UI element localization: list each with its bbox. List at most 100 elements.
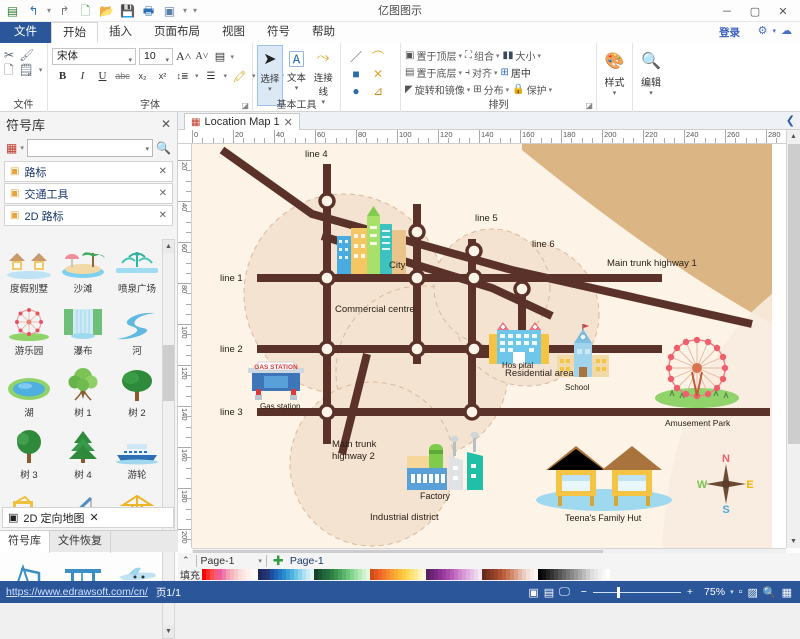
zoom-knob[interactable] (617, 587, 620, 598)
symbol-item[interactable]: 游乐园 (2, 301, 56, 363)
edit-button[interactable]: 🔍 编辑 ▾ (637, 45, 665, 97)
category-close-icon[interactable]: ✕ (159, 210, 167, 221)
underline-button[interactable]: U (95, 68, 110, 84)
canvas[interactable]: GAS STATION (192, 144, 786, 548)
send-to-back-dropdown-icon[interactable]: ▾ (458, 69, 462, 77)
format-painter-icon[interactable]: 🖌 (19, 49, 34, 61)
category-2d-luobiao[interactable]: ▣ 2D 路标 ✕ (4, 205, 173, 226)
align-button[interactable]: ⫞ 对齐 ▾ (465, 65, 498, 80)
symbol-item[interactable]: 树 2 (110, 363, 164, 425)
add-page-button[interactable]: ✚ (273, 553, 284, 569)
distribute-dropdown-icon[interactable]: ▾ (506, 86, 510, 94)
rotate-flip-button[interactable]: ◤ 旋转和镜像 ▾ (405, 82, 470, 97)
category-close-icon[interactable]: ✕ (90, 511, 99, 524)
align-dropdown-icon[interactable]: ▾ (494, 69, 498, 77)
italic-button[interactable]: I (75, 68, 90, 84)
bullet-list-dropdown-icon[interactable]: ▾ (224, 72, 228, 80)
size-button[interactable]: ▮▮ 大小 ▾ (502, 48, 541, 63)
page-view-icon[interactable]: ▤ (544, 586, 554, 599)
tab-insert[interactable]: 插入 (98, 22, 143, 43)
symbol-item[interactable]: 度假别墅 (2, 239, 56, 301)
symbol-item[interactable]: 树 1 (56, 363, 110, 425)
tab-view[interactable]: 视图 (211, 22, 256, 43)
font-family-combo[interactable]: 宋体 ▾ (52, 48, 136, 65)
symbol-item[interactable]: 河 (110, 301, 164, 363)
text-align-icon[interactable]: ▤ (212, 49, 227, 65)
paste-icon[interactable]: 🗒 (19, 64, 34, 76)
close-button[interactable]: ✕ (770, 1, 796, 21)
bring-to-front-dropdown-icon[interactable]: ▾ (458, 52, 462, 60)
tab-home[interactable]: 开始 (51, 22, 98, 43)
tab-file-recovery[interactable]: 文件恢复 (50, 531, 111, 553)
shrink-font-icon[interactable]: A˅ (194, 49, 209, 65)
login-button[interactable]: 登录 (719, 25, 740, 40)
tab-symbol[interactable]: 符号 (256, 22, 301, 43)
page-collapse-icon[interactable]: ⌃ (182, 555, 190, 566)
arc-shape-icon[interactable]: ⌒ (367, 48, 389, 65)
cloud-icon[interactable]: ☁ (781, 24, 792, 37)
highlight-icon[interactable]: 🖍 (232, 68, 247, 84)
strikethrough-button[interactable]: abc (115, 68, 130, 84)
gear-icon[interactable]: ⚙ (758, 24, 768, 37)
grow-font-icon[interactable]: A˄ (176, 49, 191, 65)
protect-dropdown-icon[interactable]: ▾ (549, 86, 553, 94)
chevron-down-icon[interactable]: ▾ (146, 145, 150, 153)
category-close-icon[interactable]: ✕ (159, 188, 167, 199)
page-tab-page-1[interactable]: Page-1 (290, 555, 324, 567)
paste-dropdown-icon[interactable]: ▾ (39, 66, 43, 74)
select-tool-dropdown-icon[interactable]: ▾ (258, 85, 282, 93)
color-swatch[interactable] (606, 569, 610, 580)
scroll-down-icon[interactable]: ▼ (787, 535, 800, 548)
rotate-flip-dropdown-icon[interactable]: ▾ (467, 86, 471, 94)
tab-page-layout[interactable]: 页面布局 (143, 22, 211, 43)
font-dialog-launcher-icon[interactable]: ◪ (241, 101, 249, 110)
zoom-slider[interactable]: − + (575, 586, 699, 598)
symbol-item[interactable]: 树 4 (56, 425, 110, 487)
symbol-item[interactable]: 湖 (2, 363, 56, 425)
freeform-shape-icon[interactable]: ⊿ (367, 82, 389, 99)
page-selector[interactable]: Page-1 ▾ (196, 555, 267, 567)
presentation-view-icon[interactable]: 🖵 (559, 586, 570, 599)
library-dropdown-icon[interactable]: ▾ (20, 144, 24, 152)
bring-to-front-button[interactable]: ▣ 置于顶层 ▾ (405, 48, 462, 63)
cross-shape-icon[interactable]: ✕ (367, 65, 389, 82)
category-close-icon[interactable]: ✕ (159, 166, 167, 177)
location-map-diagram[interactable]: GAS STATION (192, 144, 772, 548)
cut-icon[interactable]: ✂ (4, 49, 14, 61)
line-spacing-icon[interactable]: ↕≣ (175, 68, 190, 84)
bold-button[interactable]: B (55, 68, 70, 84)
scroll-down-icon[interactable]: ▼ (163, 625, 174, 638)
scroll-up-icon[interactable]: ▲ (787, 130, 800, 143)
chevron-down-icon[interactable]: ▾ (258, 557, 262, 565)
line-spacing-dropdown-icon[interactable]: ▾ (195, 72, 199, 80)
grid-toggle-icon[interactable]: ▦ (782, 586, 792, 599)
close-icon[interactable]: ✕ (284, 116, 293, 129)
text-tool-dropdown-icon[interactable]: ▾ (284, 84, 310, 92)
style-button[interactable]: 🎨 样式 ▾ (601, 45, 628, 97)
font-size-combo[interactable]: 10 ▾ (139, 48, 173, 65)
minimize-button[interactable]: － (714, 1, 740, 21)
zoom-in-button[interactable]: + (681, 586, 699, 598)
chevron-down-icon[interactable]: ▾ (128, 53, 132, 68)
scroll-up-icon[interactable]: ▲ (163, 240, 174, 253)
style-dropdown-icon[interactable]: ▾ (601, 89, 628, 97)
text-align-dropdown-icon[interactable]: ▾ (230, 53, 234, 61)
collapse-panel-icon[interactable]: ❮ (786, 114, 795, 127)
symbol-scrollbar[interactable]: ▲ ▼ (162, 239, 175, 639)
center-button[interactable]: ⊞ 居中 (500, 65, 530, 80)
document-tab-location-map-1[interactable]: ▦ Location Map 1 ✕ (184, 113, 300, 130)
library-icon[interactable]: ▦ (6, 141, 17, 155)
rectangle-shape-icon[interactable]: ■ (345, 65, 367, 82)
tab-symbol-library[interactable]: 符号库 (0, 531, 50, 553)
category-jiaotonggongju[interactable]: ▣ 交通工具 ✕ (4, 183, 173, 204)
subscript-button[interactable]: x₂ (135, 68, 150, 84)
gear-dropdown-icon[interactable]: ▾ (772, 27, 776, 35)
tab-help[interactable]: 帮助 (301, 22, 346, 43)
search-input[interactable]: ▾ (27, 139, 153, 157)
normal-view-icon[interactable]: ▣ (528, 586, 538, 599)
tab-file[interactable]: 文件 (0, 22, 51, 43)
group-button[interactable]: ⛶ 组合 ▾ (465, 48, 500, 63)
symbol-item[interactable]: 喷泉广场 (110, 239, 164, 301)
group-dropdown-icon[interactable]: ▾ (496, 52, 500, 60)
close-panel-icon[interactable]: ✕ (161, 117, 171, 131)
